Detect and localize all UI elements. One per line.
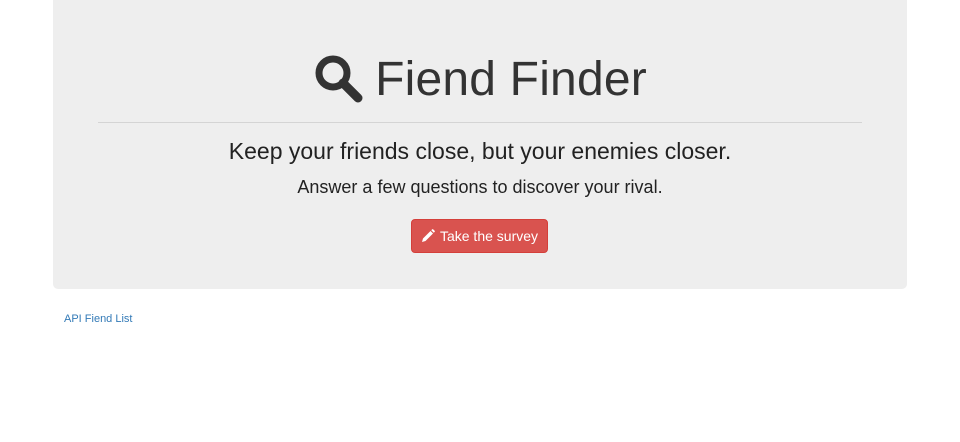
page-title: Fiend Finder bbox=[375, 53, 647, 106]
api-fiend-list-link[interactable]: API Fiend List bbox=[64, 312, 132, 326]
take-survey-button[interactable]: Take the survey bbox=[411, 219, 548, 253]
subline: Answer a few questions to discover your … bbox=[297, 177, 663, 197]
take-survey-label: Take the survey bbox=[439, 228, 539, 244]
jumbotron: Fiend Finder Keep your friends close, bu… bbox=[53, 0, 907, 289]
search-icon bbox=[315, 55, 363, 103]
tagline: Keep your friends close, but your enemie… bbox=[228, 138, 732, 164]
title-divider bbox=[98, 122, 862, 123]
pencil-icon bbox=[421, 229, 435, 242]
title-row: Fiend Finder bbox=[53, 48, 907, 112]
